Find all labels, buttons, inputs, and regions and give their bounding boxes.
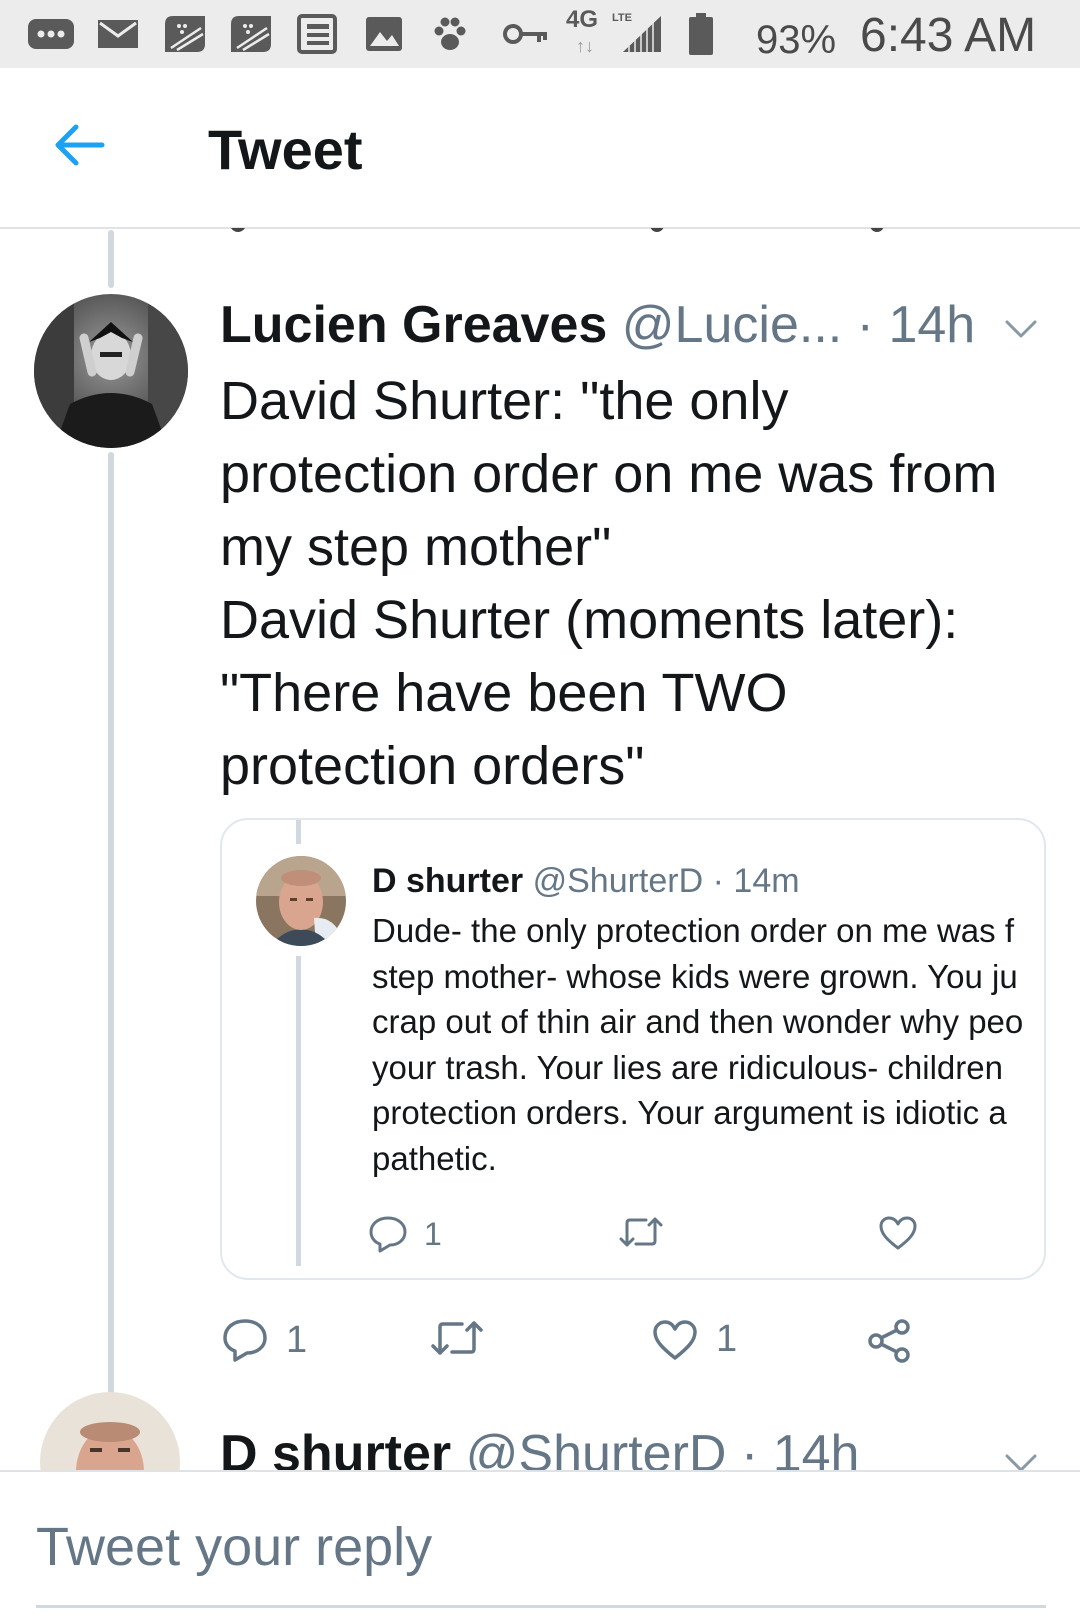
quoted-author-handle[interactable]: @ShurterD [533,862,704,900]
tweet-author-line: Lucien Greaves @Lucie... · 14h [220,293,980,357]
quoted-text-line: your trash. Your lies are ridiculous- ch… [372,1048,1003,1086]
quoted-author-name[interactable]: D shurter [372,862,523,900]
status-bar: 4G LTE ↑↓ 93% 6:43 AM [0,0,1080,68]
previous-tweet-remnant [230,228,1030,238]
quoted-avatar[interactable] [256,856,346,946]
header: Tweet [0,68,1080,229]
network-type: 4G [566,6,599,33]
quoted-text-line: pathetic. [372,1139,497,1177]
data-arrows-icon: ↑↓ [576,36,594,56]
quoted-text: Dude- the only protection order on me wa… [372,908,1044,1181]
quoted-tweet[interactable]: D shurter @ShurterD · 14m Dude- the only… [220,818,1046,1280]
quoted-retweet-button[interactable] [618,1215,664,1249]
more-icon [26,14,76,54]
like-button[interactable]: 1 [652,1318,737,1361]
blackberry-icon [162,14,208,54]
signal-icon [620,14,664,54]
quoted-text-line: Dude- the only protection order on me wa… [372,912,1015,949]
thread-line [108,452,114,1420]
separator-dot: · [712,862,724,900]
quoted-text-line: crap out of thin air and then wonder why… [372,1003,1024,1040]
quoted-text-line: step mother- whose kids were grown. You … [372,957,1018,995]
back-arrow-icon[interactable] [50,120,110,170]
blackberry-icon [228,14,274,54]
quoted-text-line: protection orders. Your argument is idio… [372,1094,1007,1131]
separator-dot: · [856,296,874,354]
reply-input-underline [36,1605,1046,1608]
mail-icon [96,14,140,54]
tweet-time: 14h [888,296,976,354]
reply-bar: Tweet your reply [0,1470,1080,1620]
clock: 6:43 AM [860,9,1037,62]
page-title: Tweet [208,118,363,181]
author-handle[interactable]: @Lucie... [622,296,842,354]
chevron-down-icon[interactable] [1004,318,1038,340]
retweet-icon [619,1217,663,1247]
news-icon [296,14,338,54]
quoted-like-button[interactable] [878,1215,918,1251]
reply-input[interactable]: Tweet your reply [36,1512,1046,1582]
heart-icon [879,1216,917,1250]
reply-count: 1 [286,1318,308,1361]
tweet-actions: 1 1 [0,1318,1080,1374]
paw-icon [430,14,470,54]
share-button[interactable] [866,1318,912,1364]
quoted-actions: 1 [222,1215,1044,1265]
tweet-text: David Shurter: "the only protection orde… [220,371,998,796]
avatar[interactable] [34,294,188,448]
thread-line-top [108,230,114,288]
reply-icon [223,1319,267,1362]
quoted-time: 14m [733,862,800,900]
author-name[interactable]: Lucien Greaves [220,296,607,354]
like-count: 1 [716,1318,738,1360]
quoted-author-line: D shurter @ShurterD · 14m [372,860,800,902]
battery-icon [686,13,716,55]
battery-percent: 93% [756,18,837,62]
retweet-button[interactable] [430,1318,484,1358]
key-icon [502,14,550,54]
retweet-icon [431,1321,483,1355]
reply-icon [369,1216,407,1253]
share-icon [868,1319,910,1363]
heart-icon [653,1319,697,1360]
image-icon [364,14,404,54]
quote-thread-line-top [296,820,301,844]
quoted-reply-button[interactable]: 1 [368,1215,442,1253]
reply-button[interactable]: 1 [222,1318,307,1362]
quoted-reply-count: 1 [424,1215,442,1252]
